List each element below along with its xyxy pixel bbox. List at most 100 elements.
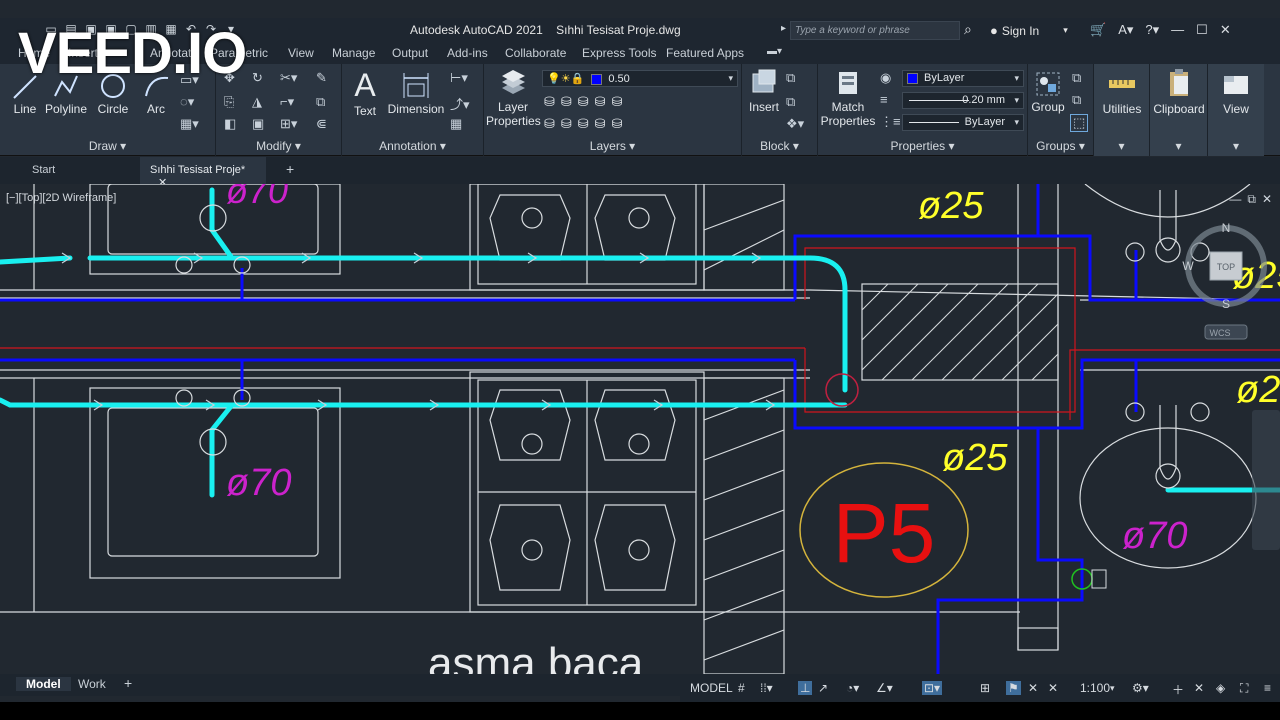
- grid-icon[interactable]: #: [738, 681, 745, 695]
- viewport-minimize-icon[interactable]: —: [1229, 192, 1241, 207]
- table-icon[interactable]: ▦: [450, 116, 462, 132]
- lineweight-display-icon[interactable]: ⊞: [980, 681, 990, 695]
- layer-tools-row1-icon[interactable]: ⛁⛁⛁⛁⛁: [544, 94, 628, 110]
- create-block-icon[interactable]: ⧉: [786, 70, 795, 86]
- leader-icon[interactable]: ⤴▾: [450, 94, 470, 113]
- layer-dropdown[interactable]: 💡☀🔒 0.50 ▾: [542, 70, 738, 87]
- wcs-menu[interactable]: WCS: [1210, 328, 1231, 338]
- hardware-acceleration-icon[interactable]: ✕: [1194, 681, 1204, 695]
- drawing-canvas[interactable]: ø25 ø25 ø25 ø25 ø70 ø70 ø70 P5 asma baca…: [0, 184, 1280, 674]
- auto-scale-icon[interactable]: ✕: [1028, 681, 1038, 695]
- dimension-button[interactable]: Dimension: [386, 70, 446, 116]
- ortho-icon[interactable]: ⊥: [798, 681, 813, 695]
- ungroup-icon[interactable]: ⧉: [1072, 70, 1081, 86]
- text-button[interactable]: A Text: [350, 68, 380, 118]
- minimize-icon[interactable]: —: [1171, 22, 1184, 38]
- explode-icon[interactable]: ⧉: [316, 94, 325, 110]
- isodraft-icon[interactable]: ◔▾: [846, 681, 859, 695]
- tab-active-drawing[interactable]: Sıhhi Tesisat Proje* ✕: [140, 157, 266, 189]
- trim-icon[interactable]: ✂▾: [280, 70, 297, 86]
- tab-express-tools[interactable]: Express Tools: [582, 46, 656, 60]
- insert-button[interactable]: Insert: [744, 68, 784, 114]
- viewcube-top-face[interactable]: TOP: [1217, 262, 1235, 272]
- color-wheel-icon[interactable]: ◉: [880, 70, 891, 86]
- group-button[interactable]: Group: [1030, 70, 1066, 114]
- tab-model[interactable]: Model: [16, 677, 71, 691]
- tab-featured-apps[interactable]: Featured Apps: [666, 46, 744, 60]
- hatch-icon[interactable]: ◌▾: [180, 94, 194, 110]
- tab-start[interactable]: Start: [22, 157, 65, 184]
- ribbon-minimize-icon[interactable]: ▬▾: [767, 46, 782, 57]
- layer-tools-row2-icon[interactable]: ⛁⛁⛁⛁⛁: [544, 116, 628, 132]
- edit-block-icon[interactable]: ⧉: [786, 94, 795, 110]
- tab-addins[interactable]: Add-ins: [447, 46, 488, 60]
- customize-icon[interactable]: ≡: [1264, 681, 1271, 695]
- linetype-icon[interactable]: ⋮≡: [880, 114, 901, 130]
- help-icon[interactable]: ?▾: [1145, 22, 1159, 38]
- rotate-icon[interactable]: ↻: [252, 70, 263, 86]
- tab-collaborate[interactable]: Collaborate: [505, 46, 566, 60]
- add-layout-icon[interactable]: +: [124, 675, 132, 691]
- draw-panel-title[interactable]: Draw ▾: [0, 139, 215, 153]
- erase-icon[interactable]: ✎: [316, 70, 327, 86]
- navigation-bar[interactable]: [1252, 410, 1280, 550]
- viewport-controls-label[interactable]: [−][Top][2D Wireframe]: [6, 192, 116, 204]
- match-properties-button[interactable]: Match Properties: [820, 68, 876, 128]
- linear-dim-icon[interactable]: ⊢▾: [450, 70, 468, 86]
- tab-manage[interactable]: Manage: [332, 46, 375, 60]
- tab-view[interactable]: View: [288, 46, 314, 60]
- group-edit-icon[interactable]: ⧉: [1072, 92, 1081, 108]
- expand-arrow-icon[interactable]: ▸: [781, 23, 786, 34]
- block-panel-title[interactable]: Block ▾: [742, 139, 817, 153]
- tab-work[interactable]: Work: [78, 677, 106, 691]
- chevron-down-icon[interactable]: ▾: [1110, 683, 1115, 694]
- array-icon[interactable]: ⊞▾: [280, 116, 297, 132]
- maximize-icon[interactable]: ☐: [1196, 22, 1208, 38]
- clean-screen-icon[interactable]: ⛶: [1240, 681, 1248, 696]
- group-select-icon[interactable]: ⬚: [1070, 114, 1089, 132]
- search-input[interactable]: Type a keyword or phrase: [790, 21, 960, 40]
- layers-panel-title[interactable]: Layers ▾: [484, 139, 741, 153]
- autodesk-icon[interactable]: A▾: [1118, 22, 1133, 38]
- annotation-visibility-icon[interactable]: ⚑: [1006, 681, 1021, 695]
- modify-panel-title[interactable]: Modify ▾: [216, 139, 341, 153]
- viewport-close-icon[interactable]: ✕: [1262, 192, 1272, 207]
- stretch-icon[interactable]: ◧: [224, 116, 236, 132]
- annotation-scale-icon[interactable]: ✕: [1048, 681, 1058, 695]
- sign-in-button[interactable]: ● Sign In ▾: [990, 23, 1068, 38]
- gear-icon[interactable]: ⚙▾: [1132, 681, 1149, 695]
- offset-icon[interactable]: ⋐: [316, 116, 327, 132]
- utilities-panel[interactable]: Utilities ▾: [1094, 64, 1150, 156]
- object-snap-icon[interactable]: ⊡▾: [922, 681, 943, 695]
- properties-panel-title[interactable]: Properties ▾: [818, 139, 1027, 153]
- gradient-icon[interactable]: ▦▾: [180, 116, 199, 132]
- viewport-restore-icon[interactable]: ⧉: [1247, 192, 1256, 207]
- snap-icon[interactable]: ⁞⁞▾: [760, 681, 773, 695]
- polar-icon[interactable]: ↗: [818, 681, 828, 695]
- annotation-scale-value[interactable]: 1:100: [1080, 681, 1110, 695]
- layer-properties-button[interactable]: Layer Properties: [486, 68, 541, 128]
- annotation-panel-title[interactable]: Annotation ▾: [342, 139, 483, 153]
- new-tab-icon[interactable]: +: [276, 157, 304, 184]
- clipboard-panel[interactable]: Clipboard ▾: [1150, 64, 1208, 156]
- lineweight-dropdown[interactable]: 0.20 mm ▾: [902, 92, 1024, 109]
- groups-panel-title[interactable]: Groups ▾: [1028, 139, 1093, 153]
- model-space-button[interactable]: MODEL: [690, 681, 733, 695]
- user-icon: ●: [990, 23, 998, 38]
- isolate-objects-icon[interactable]: ◈: [1216, 681, 1225, 695]
- scale-icon[interactable]: ▣: [252, 116, 264, 132]
- close-icon[interactable]: ✕: [1220, 22, 1231, 38]
- tab-output[interactable]: Output: [392, 46, 428, 60]
- copy-icon[interactable]: ⎘: [224, 94, 234, 110]
- color-dropdown[interactable]: ByLayer ▾: [902, 70, 1024, 87]
- lineweight-icon[interactable]: ≡: [880, 92, 888, 107]
- linetype-dropdown[interactable]: ByLayer ▾: [902, 114, 1024, 131]
- block-attribute-icon[interactable]: ❖▾: [786, 116, 804, 132]
- plus-icon[interactable]: ＋: [1172, 681, 1184, 698]
- object-snap-tracking-icon[interactable]: ∠▾: [876, 681, 893, 695]
- view-panel[interactable]: View ▾: [1208, 64, 1264, 156]
- fillet-icon[interactable]: ⌐▾: [280, 94, 294, 110]
- cart-icon[interactable]: 🛒: [1090, 22, 1106, 38]
- mirror-icon[interactable]: ◮: [252, 94, 262, 110]
- search-icon[interactable]: ⌕: [964, 21, 972, 38]
